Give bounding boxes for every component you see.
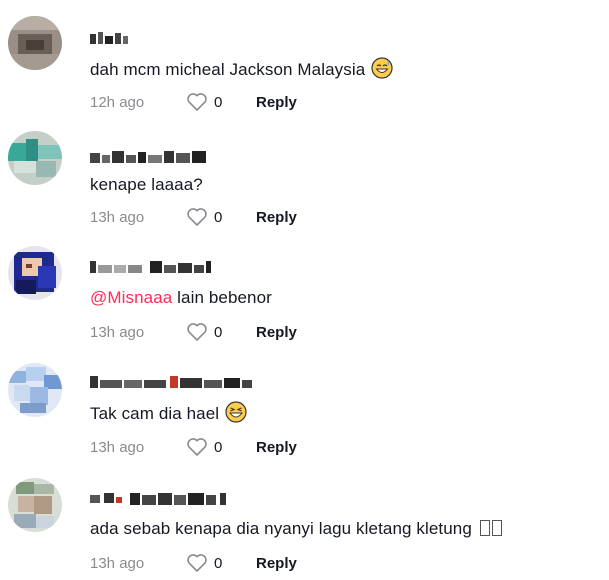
comment-text: Tak cam dia hael xyxy=(90,401,247,430)
comment-meta: 13h ago 0 Reply xyxy=(90,552,297,574)
like-button[interactable]: 0 xyxy=(186,553,256,573)
grinning-squint-emoji xyxy=(225,401,247,430)
comment-text: ada sebab kenapa dia nyanyi lagu kletang… xyxy=(90,517,502,541)
reply-button[interactable]: Reply xyxy=(256,94,297,111)
comment-item: Tak cam dia hael 13h ago 0 Reply xyxy=(0,345,609,460)
timestamp: 13h ago xyxy=(90,438,145,456)
like-count: 0 xyxy=(214,438,223,456)
like-count: 0 xyxy=(214,323,223,341)
username-blurred[interactable] xyxy=(90,491,230,507)
username-blurred[interactable] xyxy=(90,374,254,390)
comment-text: dah mcm micheal Jackson Malaysia xyxy=(90,57,393,86)
reply-button[interactable]: Reply xyxy=(256,209,297,226)
timestamp: 12h ago xyxy=(90,93,145,111)
comment-item: @Misnaaa lain bebenor 13h ago 0 Reply xyxy=(0,230,609,345)
comment-text-content: kenape laaaa? xyxy=(90,175,203,194)
comment-text-content: ada sebab kenapa dia nyanyi lagu kletang… xyxy=(90,519,472,538)
heart-icon xyxy=(187,93,207,111)
sweat-smile-emoji xyxy=(371,57,393,86)
avatar[interactable] xyxy=(8,131,62,185)
timestamp: 13h ago xyxy=(90,323,145,341)
comment-item: ada sebab kenapa dia nyanyi lagu kletang… xyxy=(0,460,609,575)
like-button[interactable]: 0 xyxy=(186,92,256,112)
comment-meta: 13h ago 0 Reply xyxy=(90,206,297,228)
mention-link[interactable]: @Misnaaa xyxy=(90,288,172,307)
username-blurred[interactable] xyxy=(90,30,130,46)
comment-item: dah mcm micheal Jackson Malaysia 12h ago… xyxy=(0,0,609,115)
heart-icon xyxy=(187,438,207,456)
like-count: 0 xyxy=(214,208,223,226)
comment-meta: 13h ago 0 Reply xyxy=(90,436,297,458)
comment-text-content: dah mcm micheal Jackson Malaysia xyxy=(90,60,366,79)
like-count: 0 xyxy=(214,93,223,111)
like-button[interactable]: 0 xyxy=(186,437,256,457)
comment-text-content: lain bebenor xyxy=(172,288,272,307)
username-blurred[interactable] xyxy=(90,259,212,275)
comment-item: kenape laaaa? 13h ago 0 Reply xyxy=(0,115,609,230)
reply-button[interactable]: Reply xyxy=(256,324,297,341)
avatar[interactable] xyxy=(8,363,62,417)
like-count: 0 xyxy=(214,554,223,572)
comment-text-content: Tak cam dia hael xyxy=(90,404,220,423)
like-button[interactable]: 0 xyxy=(186,207,256,227)
heart-icon xyxy=(187,208,207,226)
reply-button[interactable]: Reply xyxy=(256,555,297,572)
username-blurred[interactable] xyxy=(90,149,208,165)
reply-button[interactable]: Reply xyxy=(256,439,297,456)
like-button[interactable]: 0 xyxy=(186,322,256,342)
timestamp: 13h ago xyxy=(90,208,145,226)
avatar[interactable] xyxy=(8,478,62,532)
heart-icon xyxy=(187,554,207,572)
comment-meta: 12h ago 0 Reply xyxy=(90,91,297,113)
avatar[interactable] xyxy=(8,16,62,70)
heart-icon xyxy=(187,323,207,341)
comment-text: kenape laaaa? xyxy=(90,173,203,197)
timestamp: 13h ago xyxy=(90,554,145,572)
unrendered-glyph-boxes xyxy=(478,519,502,538)
comment-meta: 13h ago 0 Reply xyxy=(90,321,297,343)
avatar[interactable] xyxy=(8,246,62,300)
comment-text: @Misnaaa lain bebenor xyxy=(90,286,272,310)
